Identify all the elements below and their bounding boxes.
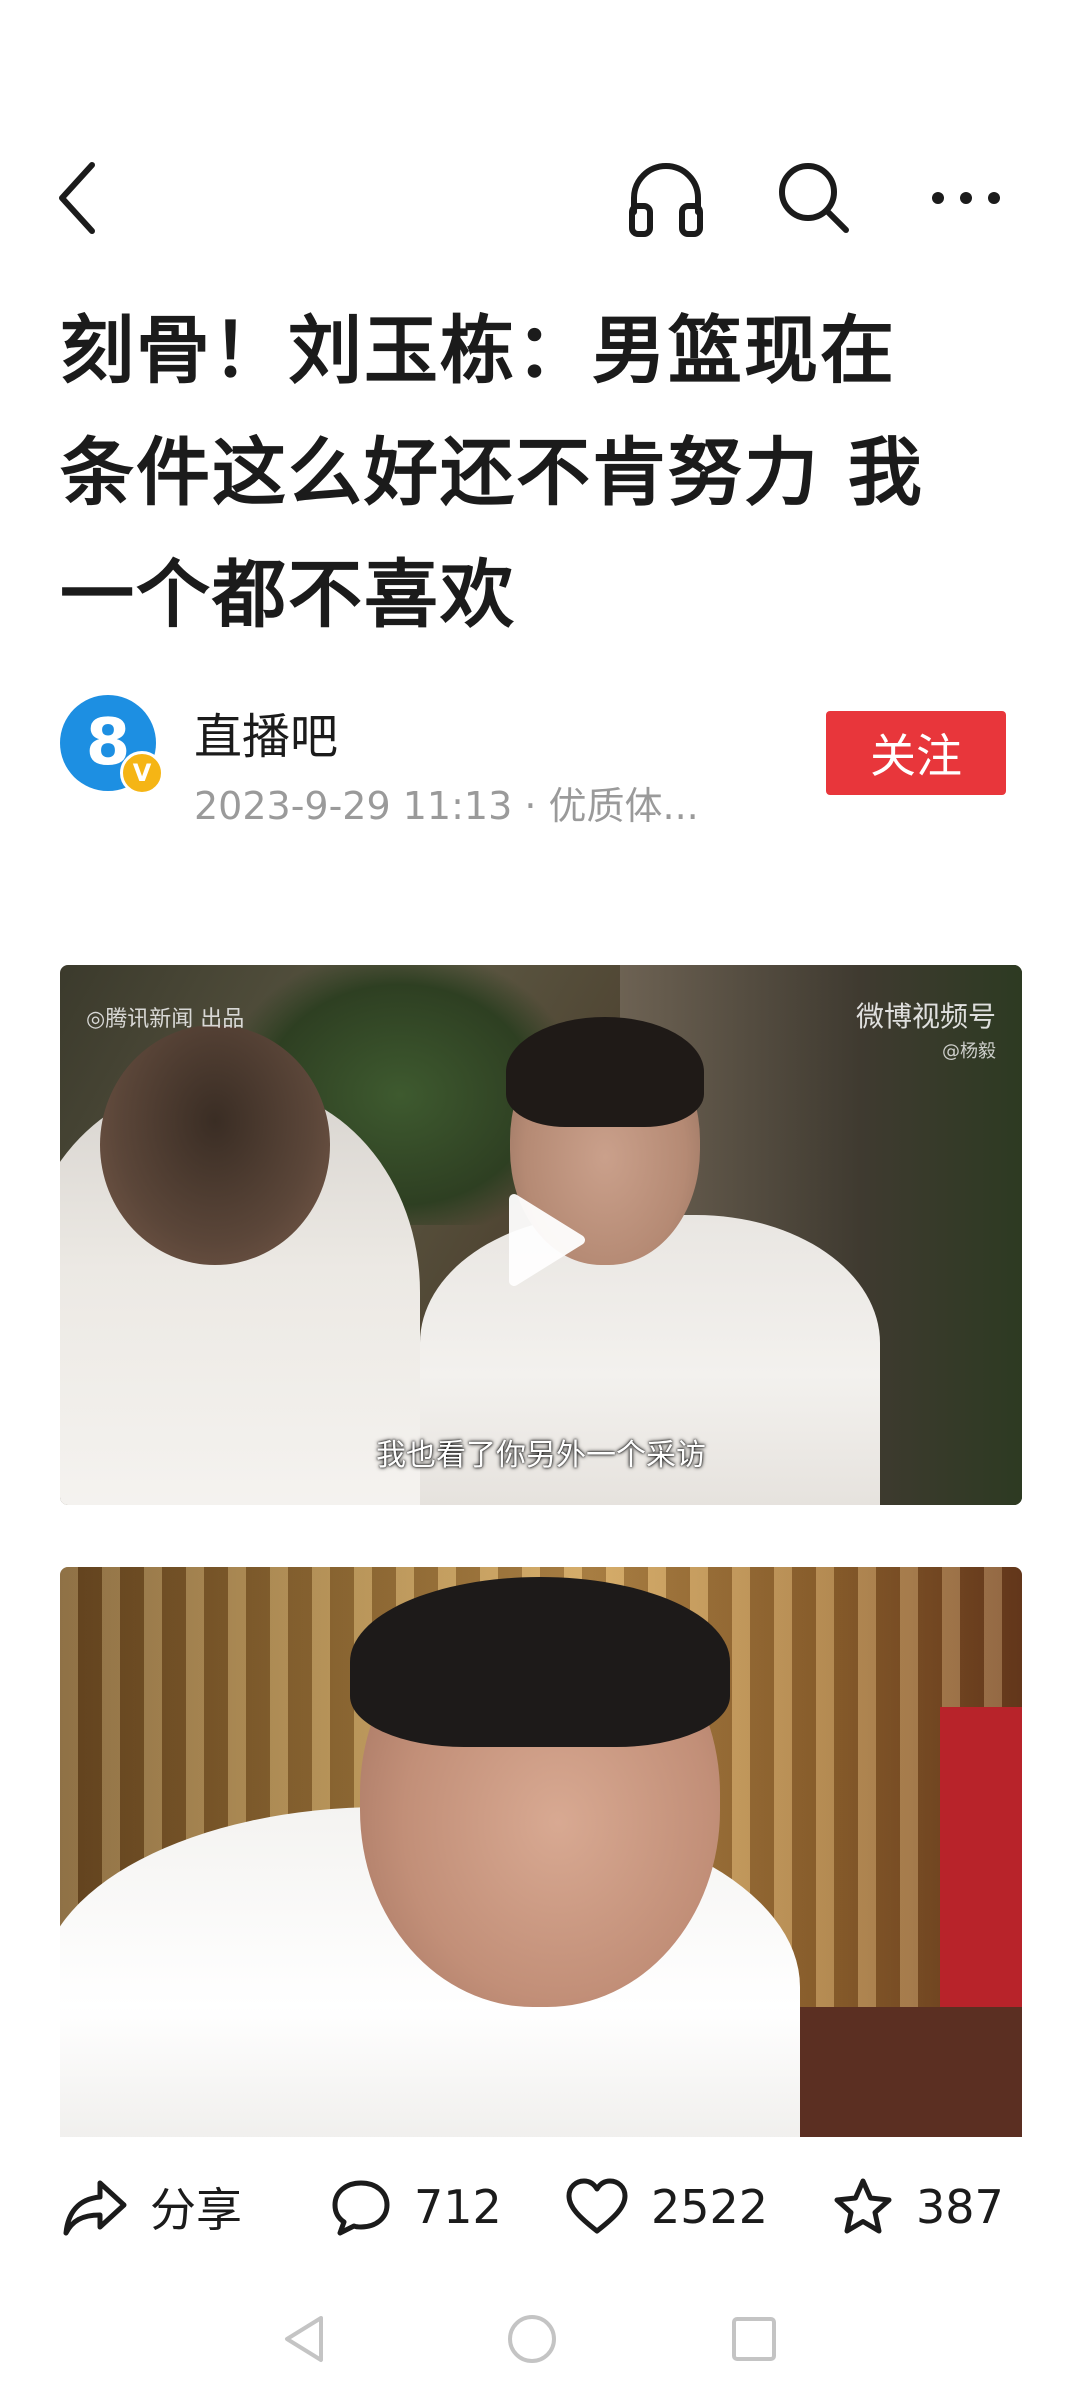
- nav-back-button[interactable]: [272, 2307, 336, 2371]
- play-icon[interactable]: [488, 1185, 598, 1295]
- favorite-button[interactable]: 387: [832, 2175, 1004, 2239]
- verified-badge-icon: V: [120, 751, 164, 795]
- search-button[interactable]: [766, 150, 862, 246]
- system-nav-bar: [0, 2277, 1080, 2400]
- follow-button[interactable]: 关注: [826, 711, 1006, 795]
- video-scene-head-back: [100, 1025, 330, 1265]
- author-meta: 2023-9-29 11:13 · 优质体...: [194, 784, 699, 828]
- image-scene-red-panel: [940, 1707, 1022, 2007]
- article-title: 刻骨！刘玉栋：男篮现在 条件这么好还不肯努力 我 一个都不喜欢: [60, 290, 1000, 656]
- share-icon: [63, 2180, 127, 2236]
- heart-icon: [566, 2178, 628, 2234]
- like-button[interactable]: 2522: [565, 2175, 768, 2239]
- article-page: 刻骨！刘玉栋：男篮现在 条件这么好还不肯努力 我 一个都不喜欢 8 V 直播吧 …: [0, 0, 1080, 2400]
- headphones-icon: [629, 163, 703, 237]
- article-image[interactable]: [60, 1567, 1022, 2137]
- video-watermark-left: ◎腾讯新闻 出品: [86, 1007, 245, 1032]
- top-bar: [0, 150, 1080, 270]
- title-line: 刻骨！刘玉栋：男篮现在: [60, 308, 896, 394]
- search-icon: [779, 163, 849, 233]
- video-player[interactable]: ◎腾讯新闻 出品 微博视频号 @杨毅 我也看了你另外一个采访: [60, 965, 1022, 1505]
- nav-home-button[interactable]: [500, 2307, 564, 2371]
- author-name[interactable]: 直播吧: [194, 697, 338, 767]
- triangle-back-icon: [285, 2316, 323, 2362]
- share-button[interactable]: 分享: [62, 2175, 242, 2239]
- image-scene-hair: [350, 1577, 730, 1747]
- like-count: 2522: [651, 2180, 769, 2234]
- listen-button[interactable]: [618, 150, 714, 246]
- video-subtitle: 我也看了你另外一个采访: [376, 1438, 706, 1473]
- chevron-left-icon: [59, 162, 95, 234]
- back-button[interactable]: [30, 150, 126, 246]
- nav-recents-button[interactable]: [722, 2307, 786, 2371]
- title-line: 条件这么好还不肯努力 我: [60, 430, 924, 516]
- video-scene-hair-front: [506, 1017, 704, 1127]
- more-button[interactable]: [918, 150, 1014, 246]
- star-icon: [834, 2178, 892, 2234]
- comment-button[interactable]: 712: [330, 2175, 502, 2239]
- square-recents-icon: [732, 2317, 776, 2361]
- circle-home-icon: [508, 2315, 556, 2363]
- title-line: 一个都不喜欢: [60, 552, 516, 638]
- action-bar: 分享 712 2522 387: [0, 2137, 1080, 2277]
- comment-icon: [332, 2180, 390, 2236]
- video-watermark-right: 微博视频号: [855, 1000, 996, 1033]
- author-row: 8 V 直播吧 2023-9-29 11:13 · 优质体... 关注: [60, 695, 1020, 835]
- comment-count: 712: [414, 2180, 502, 2234]
- share-label: 分享: [150, 2183, 242, 2237]
- video-watermark-right-sub: @杨毅: [942, 1041, 996, 1062]
- verified-badge-text: V: [132, 759, 152, 787]
- more-horizontal-icon: [932, 192, 1000, 204]
- favorite-count: 387: [916, 2180, 1004, 2234]
